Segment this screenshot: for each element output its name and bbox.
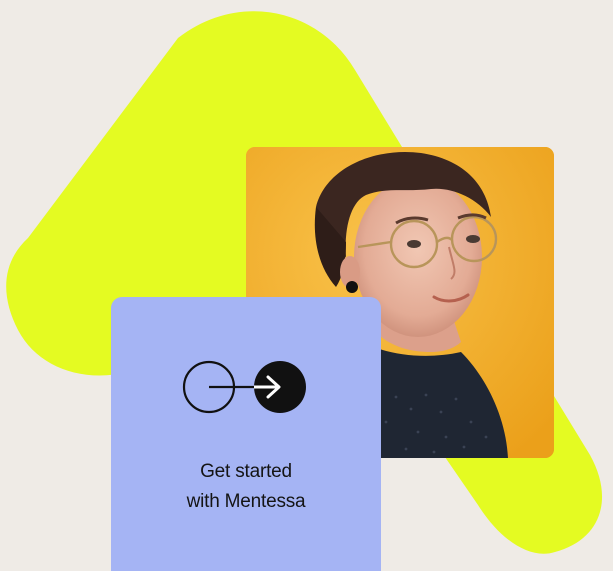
earring [346, 281, 358, 293]
cta-line-2: with Mentessa [186, 491, 306, 512]
cta-label[interactable]: Get started with Mentessa [111, 457, 381, 517]
hero-scene: Get started with Mentessa [0, 0, 613, 571]
arrow-into-circle-icon [182, 360, 306, 414]
cta-line-1: Get started [200, 461, 292, 482]
get-started-card[interactable]: Get started with Mentessa [111, 297, 381, 571]
